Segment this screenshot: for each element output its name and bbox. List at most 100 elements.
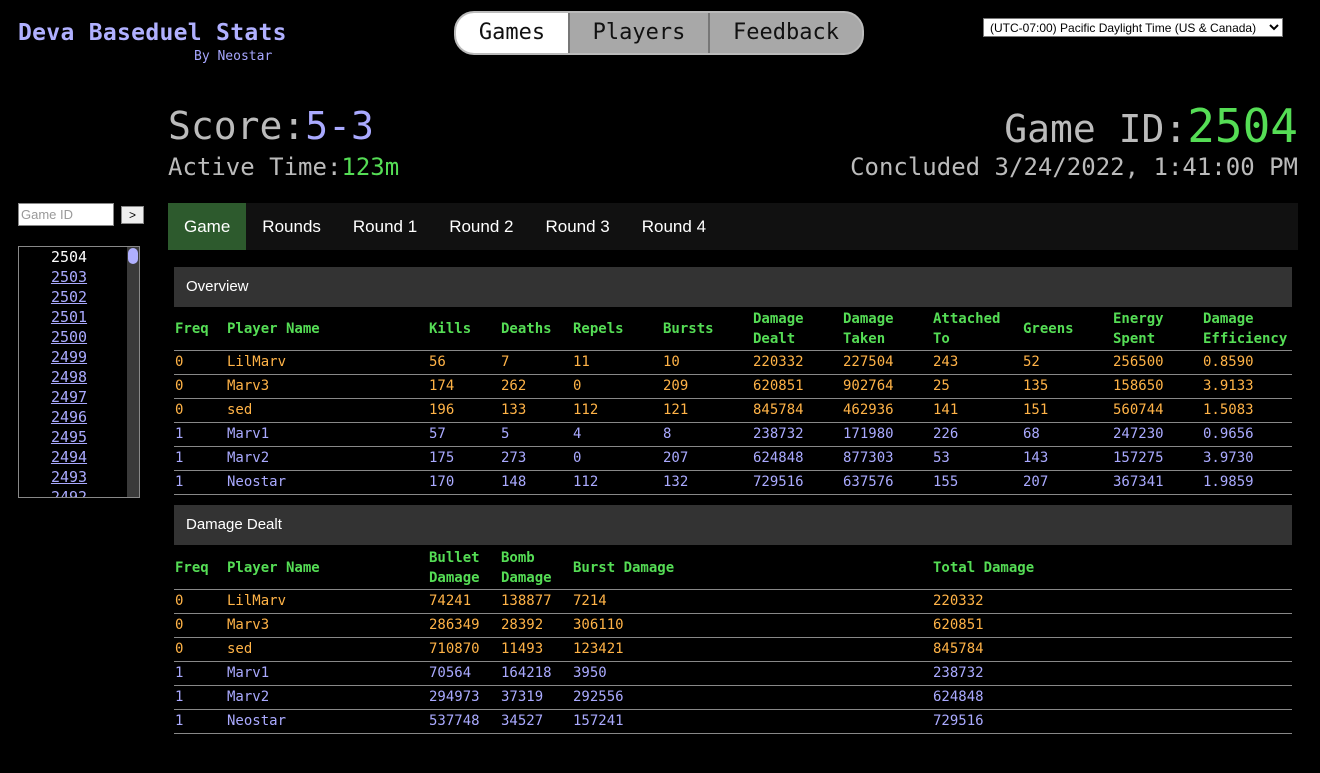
game-list-item-current[interactable]: 2504 xyxy=(19,247,119,267)
go-button[interactable]: > xyxy=(121,206,144,224)
game-list-item[interactable]: 2497 xyxy=(19,387,119,407)
game-list-item[interactable]: 2493 xyxy=(19,467,119,487)
damage-section-title: Damage Dealt xyxy=(174,505,1292,545)
overview-cell: Marv2 xyxy=(226,446,428,471)
overview-cell: 158650 xyxy=(1112,374,1202,399)
overview-cell: Marv1 xyxy=(226,422,428,447)
overview-cell: 135 xyxy=(1022,374,1112,399)
overview-cell: 25 xyxy=(932,374,1022,399)
overview-cell: 53 xyxy=(932,446,1022,471)
game-list-item[interactable]: 2500 xyxy=(19,327,119,347)
table-row: 0 sed 710870 11493 123421 845784 xyxy=(174,637,1292,662)
overview-cell: 262 xyxy=(500,374,572,399)
site-byline: By Neostar xyxy=(194,49,273,64)
tab-round-3[interactable]: Round 3 xyxy=(529,203,625,250)
damage-cell: 620851 xyxy=(932,613,1292,638)
game-list-item[interactable]: 2495 xyxy=(19,427,119,447)
overview-column-header: Kills xyxy=(428,308,500,351)
nav-feedback-button[interactable]: Feedback xyxy=(710,13,862,53)
overview-column-header: Bursts xyxy=(662,308,752,351)
damage-cell: 34527 xyxy=(500,709,572,734)
game-list-scroll-thumb[interactable] xyxy=(128,248,138,264)
nav-players-button[interactable]: Players xyxy=(570,13,710,53)
game-list-item[interactable]: 2502 xyxy=(19,287,119,307)
overview-cell: 902764 xyxy=(842,374,932,399)
overview-section-title: Overview xyxy=(174,267,1292,307)
main-nav: Games Players Feedback xyxy=(454,11,864,55)
overview-cell: 56 xyxy=(428,350,500,375)
game-list-item[interactable]: 2494 xyxy=(19,447,119,467)
game-list-item[interactable]: 2503 xyxy=(19,267,119,287)
overview-column-header: Damage Dealt xyxy=(752,308,842,351)
damage-cell: 3950 xyxy=(572,661,932,686)
damage-column-header: Freq xyxy=(174,546,226,590)
table-row: 1 Marv1 57 5 4 8 238732 171980 226 68 247230 0.9656 xyxy=(174,422,1292,447)
overview-cell: 133 xyxy=(500,398,572,423)
overview-cell: 560744 xyxy=(1112,398,1202,423)
overview-cell: 1.5083 xyxy=(1202,398,1292,423)
overview-header-row: Freq Player Name Kills Deaths Repels Bursts Da… xyxy=(174,308,1292,351)
overview-cell: 226 xyxy=(932,422,1022,447)
table-row: 1 Marv1 70564 164218 3950 238732 xyxy=(174,661,1292,686)
overview-cell: 729516 xyxy=(752,470,842,495)
overview-body: 0 LilMarv 56 7 11 10 220332 227504 243 52 256500 0.… xyxy=(174,350,1292,495)
score-label: Score: xyxy=(168,104,306,148)
table-row: 0 Marv3 174 262 0 209 620851 902764 25 135 158650 3… xyxy=(174,374,1292,399)
damage-table: Freq Player Name Bullet Damage Bomb Damage B… xyxy=(174,546,1292,734)
table-row: 0 LilMarv 74241 138877 7214 220332 xyxy=(174,589,1292,614)
overview-cell: 174 xyxy=(428,374,500,399)
game-list-item[interactable]: 2499 xyxy=(19,347,119,367)
overview-cell: 175 xyxy=(428,446,500,471)
game-list-item[interactable]: 2498 xyxy=(19,367,119,387)
overview-cell: 247230 xyxy=(1112,422,1202,447)
overview-cell: 0 xyxy=(572,374,662,399)
overview-cell: 877303 xyxy=(842,446,932,471)
damage-cell: Marv2 xyxy=(226,685,428,710)
damage-cell: 1 xyxy=(174,685,226,710)
overview-cell: 148 xyxy=(500,470,572,495)
game-list-item[interactable]: 2496 xyxy=(19,407,119,427)
damage-header-row: Freq Player Name Bullet Damage Bomb Damage B… xyxy=(174,546,1292,590)
tab-round-1[interactable]: Round 1 xyxy=(337,203,433,250)
tab-game[interactable]: Game xyxy=(168,203,247,250)
damage-cell: Marv1 xyxy=(226,661,428,686)
table-row: 0 Marv3 286349 28392 306110 620851 xyxy=(174,613,1292,638)
overview-cell: 256500 xyxy=(1112,350,1202,375)
overview-cell: 207 xyxy=(1022,470,1112,495)
overview-column-header: Deaths xyxy=(500,308,572,351)
game-list-item[interactable]: 2501 xyxy=(19,307,119,327)
game-id-input[interactable] xyxy=(18,203,114,226)
overview-cell: 462936 xyxy=(842,398,932,423)
damage-cell: 537748 xyxy=(428,709,500,734)
damage-cell: 286349 xyxy=(428,613,500,638)
tab-round-2[interactable]: Round 2 xyxy=(433,203,529,250)
table-row: 0 LilMarv 56 7 11 10 220332 227504 243 52 256500 0.… xyxy=(174,350,1292,375)
overview-cell: 1 xyxy=(174,422,226,447)
overview-cell: 112 xyxy=(572,398,662,423)
game-list[interactable]: 2504 2503 2502 2501 2500 2499 2498 2497 2496 2495… xyxy=(18,246,140,498)
game-id-label: Game ID: xyxy=(1004,107,1188,151)
damage-cell: 845784 xyxy=(932,637,1292,662)
overview-cell: 3.9133 xyxy=(1202,374,1292,399)
overview-column-header: Damage Taken xyxy=(842,308,932,351)
game-list-item[interactable]: 2492 xyxy=(19,487,119,497)
overview-cell: 243 xyxy=(932,350,1022,375)
table-row: 1 Neostar 170 148 112 132 729516 637576 155 207 36… xyxy=(174,470,1292,495)
damage-column-header: Bomb Damage xyxy=(500,546,572,590)
game-list-scrollbar[interactable] xyxy=(127,247,139,497)
damage-column-header: Burst Damage xyxy=(572,546,932,590)
tab-rounds[interactable]: Rounds xyxy=(246,203,337,250)
damage-cell: 37319 xyxy=(500,685,572,710)
overview-cell: 171980 xyxy=(842,422,932,447)
overview-cell: 845784 xyxy=(752,398,842,423)
nav-games-button[interactable]: Games xyxy=(456,13,570,53)
overview-cell: Marv3 xyxy=(226,374,428,399)
damage-cell: 70564 xyxy=(428,661,500,686)
tab-round-4[interactable]: Round 4 xyxy=(626,203,722,250)
overview-cell: 3.9730 xyxy=(1202,446,1292,471)
timezone-select[interactable]: (UTC-07:00) Pacific Daylight Time (US & … xyxy=(983,18,1283,37)
damage-cell: 294973 xyxy=(428,685,500,710)
damage-body: 0 LilMarv 74241 138877 7214 220332 0 Marv3 28634… xyxy=(174,589,1292,734)
table-row: 1 Marv2 294973 37319 292556 624848 xyxy=(174,685,1292,710)
overview-cell: 0.8590 xyxy=(1202,350,1292,375)
